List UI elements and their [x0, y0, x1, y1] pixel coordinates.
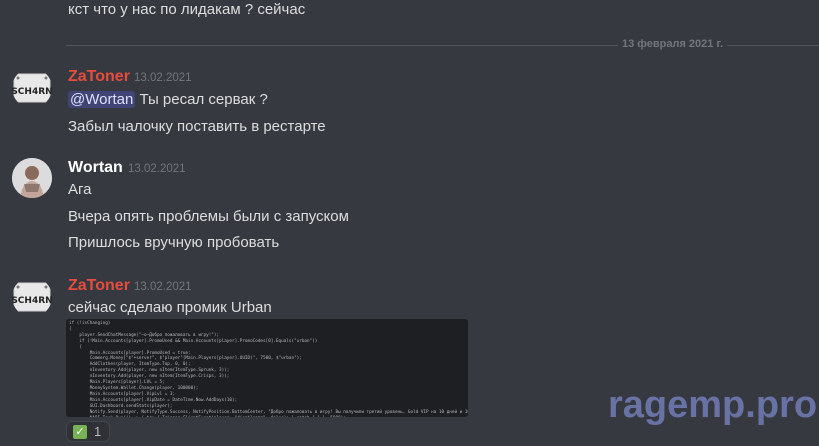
- avatar-logo-icon: SCH4RN: [12, 73, 52, 103]
- reaction-count: 1: [94, 424, 102, 439]
- message-text: Забыл чалочку поставить в рестарте: [68, 118, 326, 135]
- reaction-button[interactable]: ✓ 1: [66, 421, 110, 442]
- date-divider: 13 февраля 2021 г.: [66, 38, 819, 50]
- message-text: Ага: [68, 181, 92, 198]
- author-name[interactable]: Wortan: [68, 159, 123, 177]
- watermark: ragemp.pro: [608, 384, 818, 426]
- avatar-logo-text: SCH4RN: [12, 296, 52, 306]
- message-fragment: Ты ресал сервак ?: [139, 91, 268, 108]
- avatar[interactable]: [12, 158, 52, 198]
- divider-label: 13 февраля 2021 г.: [617, 38, 727, 50]
- timestamp: 13.02.2021: [128, 163, 186, 175]
- avatar-logo-icon: SCH4RN: [12, 282, 52, 312]
- message-text: сейчас сделаю промик Urban: [68, 299, 272, 316]
- timestamp: 13.02.2021: [134, 281, 192, 293]
- avatar[interactable]: SCH4RN: [12, 277, 52, 317]
- check-mark-icon: ✓: [73, 424, 87, 439]
- avatar-person-icon: [12, 158, 52, 198]
- message-text: Вчера опять проблемы были с запуском: [68, 208, 349, 225]
- code-block: if (!isChanging){ player.SendChatMessage…: [66, 319, 468, 417]
- author-name[interactable]: ZaToner: [68, 277, 130, 295]
- image-attachment[interactable]: if (!isChanging){ player.SendChatMessage…: [66, 319, 468, 417]
- message-text: Пришлось вручную пробовать: [68, 234, 280, 251]
- code-line: NAPI.Task.Run(() => { try { Trigger.Clie…: [69, 416, 465, 418]
- timestamp: 13.02.2021: [134, 72, 192, 84]
- user-mention[interactable]: @Wortan: [68, 91, 136, 108]
- message-text: кст что у нас по лидакам ? сейчас: [68, 1, 306, 18]
- avatar-logo-text: SCH4RN: [12, 87, 52, 97]
- code-line: Notify.Send(player, NotifyType.Success, …: [69, 409, 468, 415]
- avatar[interactable]: SCH4RN: [12, 68, 52, 108]
- author-name[interactable]: ZaToner: [68, 68, 130, 86]
- message-text: @Wortan Ты ресал сервак ?: [68, 91, 268, 108]
